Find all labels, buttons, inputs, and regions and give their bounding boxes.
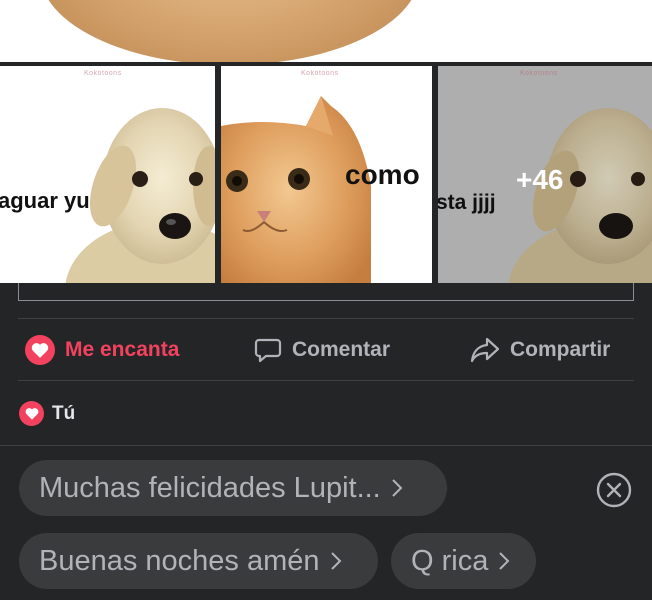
- previous-post-image[interactable]: [0, 0, 652, 62]
- close-circle-icon[interactable]: [596, 472, 632, 508]
- heart-icon: [19, 401, 44, 426]
- quick-reply-chip[interactable]: Q rica: [391, 533, 536, 589]
- photo-grid: Kokotoons aguar yu Kokotoons como Kokoto…: [0, 62, 652, 283]
- share-button[interactable]: Compartir: [470, 333, 610, 367]
- reactions-summary[interactable]: Tú: [19, 401, 75, 426]
- chevron-right-icon: [330, 551, 342, 571]
- divider: [0, 445, 652, 446]
- more-photos-count: +46: [516, 164, 564, 195]
- link-preview-frame: [18, 283, 634, 301]
- chevron-right-icon: [498, 551, 510, 571]
- share-arrow-icon: [470, 337, 500, 363]
- divider: [18, 380, 634, 381]
- love-label: Me encanta: [65, 338, 180, 361]
- reactors-names: Tú: [52, 402, 76, 424]
- share-label: Compartir: [510, 338, 611, 361]
- love-reaction-button[interactable]: Me encanta: [25, 333, 179, 367]
- quick-reply-chip[interactable]: Muchas felicidades Lupit...: [19, 460, 447, 516]
- comment-button[interactable]: Comentar: [254, 333, 390, 367]
- chip-label: Q rica: [411, 544, 489, 577]
- dog-image-partial: [40, 0, 420, 62]
- divider: [18, 318, 634, 319]
- photo-tile-2[interactable]: Kokotoons como: [221, 66, 432, 283]
- photo-tile-3-more[interactable]: Kokotoons sta jjjj +46: [438, 66, 652, 283]
- meme-caption-1: aguar yu: [0, 188, 90, 213]
- comment-bubble-icon: [254, 338, 282, 363]
- meme-caption-2: como: [345, 159, 420, 190]
- post-view: Kokotoons aguar yu Kokotoons como Kokoto…: [0, 0, 652, 600]
- chip-label: Muchas felicidades Lupit...: [39, 471, 381, 504]
- chip-label: Buenas noches amén: [39, 544, 320, 577]
- heart-icon: [25, 335, 55, 365]
- quick-reply-chip[interactable]: Buenas noches amén: [19, 533, 378, 589]
- chevron-right-icon: [391, 478, 403, 498]
- puppy-image: [65, 108, 215, 283]
- comment-label: Comentar: [292, 338, 391, 361]
- photo-tile-1[interactable]: Kokotoons aguar yu: [0, 66, 215, 283]
